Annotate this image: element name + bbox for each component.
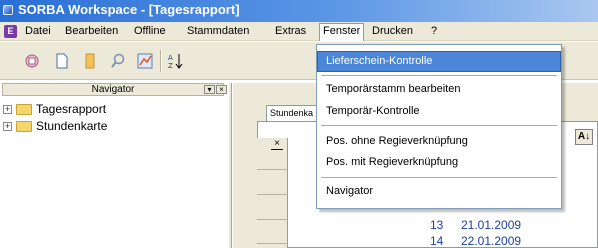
menu-drucken[interactable]: Drucken xyxy=(369,24,416,39)
fenster-dropdown-menu: Lieferschein-Kontrolle Temporärstamm bea… xyxy=(316,44,562,209)
delete-x-icon[interactable]: × xyxy=(271,138,283,150)
splitter[interactable] xyxy=(228,83,232,248)
menu-extras[interactable]: Extras xyxy=(272,24,309,39)
menu-item-temporaerstamm-bearbeiten[interactable]: Temporärstamm bearbeiten xyxy=(318,80,560,99)
navigator-close-icon[interactable]: × xyxy=(216,85,227,94)
row-number: 14 xyxy=(430,234,444,248)
svg-text:A: A xyxy=(168,54,173,62)
sort-az-icon[interactable]: AZ xyxy=(165,51,185,71)
document-menu-icon[interactable]: E xyxy=(4,25,17,38)
menu-item-navigator[interactable]: Navigator xyxy=(318,182,560,201)
menu-offline[interactable]: Offline xyxy=(131,24,169,39)
blank-page-icon[interactable] xyxy=(52,51,72,71)
svg-text:Z: Z xyxy=(168,62,173,70)
tree-label: Tagesrapport xyxy=(36,102,107,116)
folder-open-icon[interactable] xyxy=(80,51,100,71)
menu-separator xyxy=(321,75,557,76)
folder-icon xyxy=(16,104,32,115)
menu-item-pos-mit-regieverknuepfung[interactable]: Pos. mit Regieverknüpfung xyxy=(318,153,560,172)
navigator-minimize-icon[interactable]: ▾ xyxy=(204,85,215,94)
grid-divider xyxy=(257,219,288,220)
menu-item-lieferschein-kontrolle[interactable]: Lieferschein-Kontrolle xyxy=(317,51,561,72)
new-entry-icon[interactable] xyxy=(22,51,42,71)
grid-row-header-column xyxy=(257,138,288,248)
search-icon[interactable] xyxy=(108,51,128,71)
tab-stundenkarte[interactable]: Stundenka xyxy=(266,105,318,121)
menu-stammdaten[interactable]: Stammdaten xyxy=(184,24,252,39)
grid-divider xyxy=(257,243,288,244)
expand-icon[interactable]: + xyxy=(3,122,12,131)
window-title: SORBA Workspace - [Tagesrapport] xyxy=(18,2,240,17)
title-bar: SORBA Workspace - [Tagesrapport] xyxy=(0,0,598,22)
folder-icon xyxy=(16,121,32,132)
menu-separator xyxy=(321,125,557,126)
toolbar-separator xyxy=(160,50,162,72)
tree-label: Stundenkarte xyxy=(36,119,108,133)
grid-divider xyxy=(257,169,288,170)
sort-az-button[interactable]: A↓ xyxy=(575,129,593,145)
menu-datei[interactable]: Datei xyxy=(22,24,54,39)
chart-icon[interactable] xyxy=(135,51,155,71)
menu-item-pos-ohne-regieverknuepfung[interactable]: Pos. ohne Regieverknüpfung xyxy=(318,132,560,151)
menu-help[interactable]: ? xyxy=(428,24,440,39)
row-date: 21.01.2009 xyxy=(461,218,522,232)
menu-separator xyxy=(321,177,557,178)
row-date: 22.01.2009 xyxy=(461,234,522,248)
grid-divider xyxy=(257,194,288,195)
menu-item-temporaer-kontrolle[interactable]: Temporär-Kontrolle xyxy=(318,102,560,121)
navigator-title: Navigator xyxy=(91,84,135,95)
menu-bar: E Datei Bearbeiten Offline Stammdaten Ex… xyxy=(0,22,598,41)
menu-fenster[interactable]: Fenster xyxy=(319,23,365,41)
navigator-header: Navigator ▾ × xyxy=(2,83,227,96)
expand-icon[interactable]: + xyxy=(3,105,12,114)
row-number: 13 xyxy=(430,218,444,232)
app-icon xyxy=(3,5,13,15)
menu-bearbeiten[interactable]: Bearbeiten xyxy=(62,24,121,39)
